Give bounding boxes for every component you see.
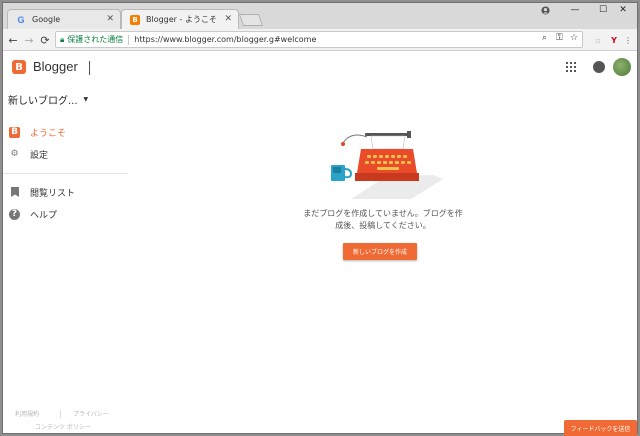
window-close-button[interactable]: ✕	[609, 3, 637, 17]
sidebar-item-label: ようこそ	[30, 128, 67, 139]
notifications-icon[interactable]	[593, 61, 605, 73]
menu-icon[interactable]: ⋮	[623, 32, 633, 48]
extension-icon[interactable]: ▫	[591, 32, 605, 48]
tab-google[interactable]: G Google ✕	[7, 9, 121, 29]
apps-grid-icon[interactable]	[566, 62, 576, 72]
divider	[60, 410, 61, 418]
blog-selector-label: 新しいブログ...	[8, 96, 78, 107]
typewriter-illustration	[331, 131, 443, 199]
secure-label: 保護された通信	[67, 35, 124, 44]
app-title: Blogger	[33, 59, 78, 74]
url-text[interactable]: https://www.blogger.com/blogger.g#welcom…	[134, 35, 316, 44]
empty-state-line: まだブログを作成していません。ブログを作	[303, 209, 463, 218]
address-bar[interactable]: 🔒︎ 保護された通信 https://www.blogger.com/blogg…	[55, 31, 583, 48]
blog-selector[interactable]: 新しいブログ... ▼	[8, 92, 88, 107]
tab-bar: G Google ✕ B Blogger - ようこそ ✕ — ☐ ✕	[3, 3, 637, 29]
blogger-icon: B	[9, 126, 20, 138]
sidebar-item-label: 設定	[30, 150, 49, 161]
terms-link[interactable]: 利用規約	[15, 409, 39, 418]
content-policy-link[interactable]: コンテンツ ポリシー	[35, 422, 91, 431]
empty-state-line: 成後、投稿してください。	[335, 221, 431, 230]
new-tab-button[interactable]	[238, 14, 264, 26]
google-favicon-icon: G	[17, 14, 25, 25]
sidebar-item-settings[interactable]: ⚙ 設定	[3, 145, 128, 163]
avatar[interactable]	[613, 58, 631, 76]
sidebar-item-welcome[interactable]: B ようこそ	[3, 123, 128, 141]
sidebar-divider	[3, 173, 128, 174]
help-icon: ?	[9, 208, 20, 220]
star-icon[interactable]: ☆	[570, 33, 578, 43]
blogger-logo-icon[interactable]: B	[12, 60, 26, 74]
privacy-link[interactable]: プライバシー	[73, 409, 109, 418]
blogger-header: B Blogger	[3, 52, 637, 86]
lock-icon: 🔒︎	[60, 34, 65, 44]
sidebar-item-reading-list[interactable]: 閲覧リスト	[3, 183, 128, 201]
send-feedback-button[interactable]: フィードバックを送信	[564, 420, 637, 436]
divider	[128, 34, 130, 45]
blogger-favicon-icon: B	[130, 14, 140, 25]
yahoo-extension-icon[interactable]: Y	[607, 32, 621, 48]
tab-close-icon[interactable]: ✕	[106, 14, 114, 24]
tab-blogger[interactable]: B Blogger - ようこそ ✕	[121, 9, 239, 29]
tab-label: Google	[32, 15, 61, 24]
reload-icon[interactable]: ⟳	[37, 32, 53, 48]
browser-window: G Google ✕ B Blogger - ようこそ ✕ — ☐ ✕ ← → …	[2, 2, 638, 436]
divider	[89, 61, 90, 75]
sidebar-item-label: 閲覧リスト	[30, 188, 76, 199]
tab-label: Blogger - ようこそ	[146, 15, 217, 24]
caret-down-icon: ▼	[83, 96, 89, 103]
minimize-button[interactable]: —	[561, 3, 589, 17]
back-arrow-icon[interactable]: ←	[5, 32, 21, 48]
bookmark-icon	[11, 187, 19, 197]
search-icon[interactable]: ⌕	[542, 33, 547, 43]
sidebar-item-label: ヘルプ	[30, 210, 58, 221]
tab-close-icon[interactable]: ✕	[224, 14, 232, 24]
empty-state-message: まだブログを作成していません。ブログを作 成後、投稿してください。	[293, 208, 473, 232]
create-blog-button[interactable]: 新しいブログを作成	[343, 243, 417, 260]
forward-arrow-icon[interactable]: →	[21, 32, 37, 48]
key-icon[interactable]: ⚿	[556, 33, 563, 43]
gear-icon: ⚙	[10, 149, 19, 159]
profile-icon[interactable]	[531, 3, 559, 17]
toolbar: ← → ⟳ 🔒︎ 保護された通信 https://www.blogger.com…	[3, 29, 637, 51]
sidebar-item-help[interactable]: ? ヘルプ	[3, 205, 128, 223]
